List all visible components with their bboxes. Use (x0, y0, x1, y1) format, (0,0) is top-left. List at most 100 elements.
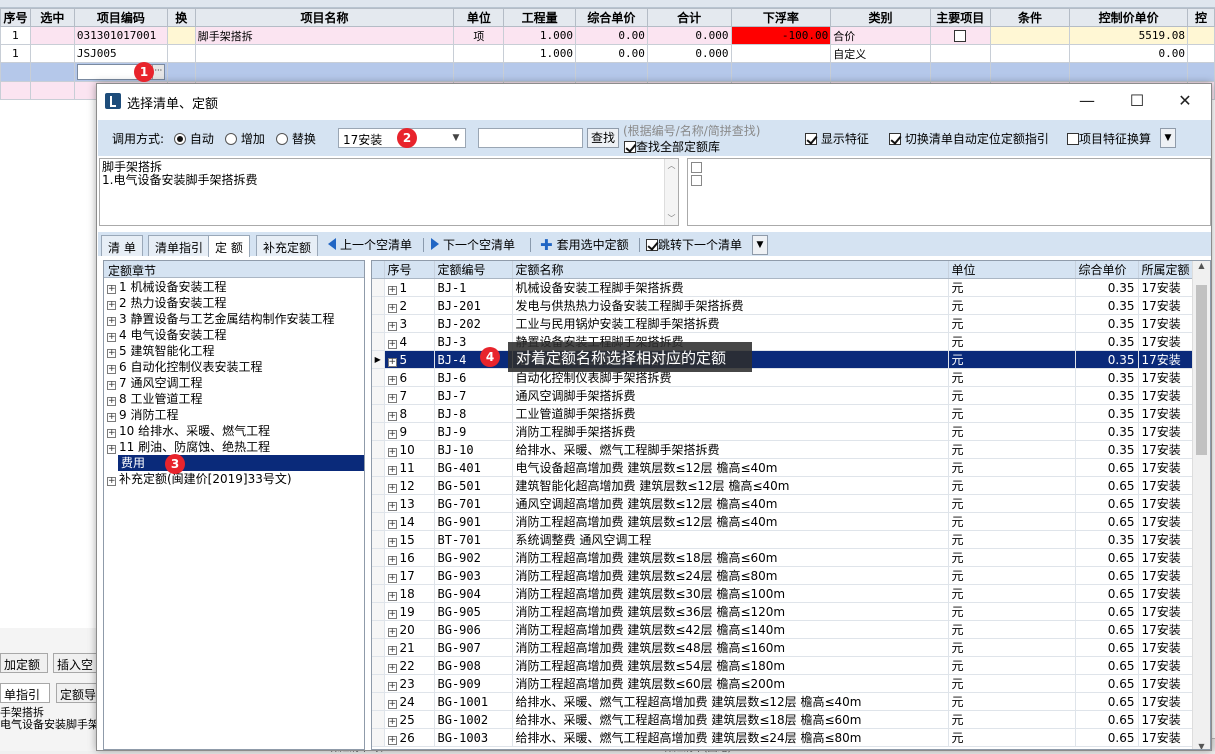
cell-code[interactable]: 031301017001 (73, 26, 168, 45)
cell-unit[interactable]: 元 (948, 710, 1076, 729)
prev-empty-button[interactable]: 上一个空清单 (328, 235, 412, 255)
quota-row[interactable]: +18 BG-904 消防工程超高增加费 建筑层数≤30层 檐高≤100m 元 0.65… (372, 584, 1195, 603)
scroll-down-icon[interactable]: ﹀ (665, 212, 678, 225)
expand-icon[interactable]: + (107, 429, 116, 438)
cell-main-item[interactable] (929, 44, 991, 63)
expand-icon[interactable]: + (387, 645, 397, 655)
cell-quota-lib[interactable]: 17安装 (1138, 494, 1195, 513)
cell-quota-lib[interactable]: 17安装 (1138, 674, 1195, 693)
col-header[interactable]: 控制价单价 (1069, 8, 1188, 27)
tree-node[interactable]: + 补充定额(闽建价[2019]33号文) (104, 471, 364, 487)
cell-quota-code[interactable]: BG-1003 (434, 728, 513, 747)
col-header[interactable]: 序号 (384, 261, 435, 279)
cell-quota-name[interactable]: 给排水、采暖、燃气工程脚手架搭拆费 (512, 440, 949, 459)
cell-quota-name[interactable]: 消防工程超高增加费 建筑层数≤12层 檐高≤40m (512, 512, 949, 531)
cell-unit-price[interactable]: 0.35 (1075, 278, 1139, 297)
quota-row[interactable]: +23 BG-909 消防工程超高增加费 建筑层数≤60层 檐高≤200m 元 0.65… (372, 674, 1195, 693)
cell-no[interactable]: +15 (384, 530, 435, 549)
expand-icon[interactable]: + (387, 609, 397, 619)
tree-node[interactable]: +11 刷油、防腐蚀、绝热工程 (104, 439, 364, 455)
expand-icon[interactable]: + (387, 375, 397, 385)
tree-node[interactable]: +10 给排水、采暖、燃气工程 (104, 423, 364, 439)
cell-unit[interactable]: 元 (948, 458, 1076, 477)
chevron-down-icon[interactable]: ▼ (752, 235, 768, 255)
quota-row[interactable]: +10 BJ-10 给排水、采暖、燃气工程脚手架搭拆费元 0.35 17安装 (372, 440, 1195, 459)
cell-quota-code[interactable]: BG-903 (434, 566, 513, 585)
cell-ctrl-price[interactable]: 5519.08 (1069, 26, 1188, 45)
cell-unit-price[interactable]: 0.65 (1075, 710, 1139, 729)
cell-no[interactable]: +25 (384, 710, 435, 729)
cell-select[interactable] (29, 26, 75, 45)
tree-node[interactable]: +3 静置设备与工艺金属结构制作安装工程 (104, 311, 364, 327)
cell-select[interactable] (29, 44, 75, 63)
cell-quota-code[interactable]: BJ-8 (434, 404, 513, 423)
col-header[interactable]: 定额编号 (434, 261, 513, 279)
cell-quota-code[interactable]: BJ-7 (434, 386, 513, 405)
cell-unit-price[interactable]: 0.65 (1075, 494, 1139, 513)
quota-row[interactable]: +24 BG-1001 给排水、采暖、燃气工程超高增加费 建筑层数≤12层 檐高≤4… (372, 692, 1195, 711)
tree-node[interactable]: +5 建筑智能化工程 (104, 343, 364, 359)
cell-quota-name[interactable]: 消防工程超高增加费 建筑层数≤36层 檐高≤120m (512, 602, 949, 621)
insert-empty-button[interactable]: 插入空 (53, 653, 98, 673)
show-feature-checkbox[interactable]: 显示特征 (805, 130, 869, 147)
cell-no[interactable]: +2 (384, 296, 435, 315)
cell-unit[interactable]: 元 (948, 728, 1076, 747)
cell-no[interactable]: +13 (384, 494, 435, 513)
cell-unit[interactable]: 元 (948, 314, 1076, 333)
quota-row[interactable]: +12 BG-501 建筑智能化超高增加费 建筑层数≤12层 檐高≤40m 元 0.65… (372, 476, 1195, 495)
cell-unit[interactable]: 元 (948, 494, 1076, 513)
cell-quota-lib[interactable]: 17安装 (1138, 278, 1195, 297)
col-header[interactable]: 所属定额 (1138, 261, 1195, 279)
cell-unit-price[interactable]: 0.35 (1075, 296, 1139, 315)
cell[interactable] (646, 62, 732, 82)
cell-quota-code[interactable]: BG-901 (434, 512, 513, 531)
expand-icon[interactable]: + (107, 349, 116, 358)
cell-no[interactable]: +17 (384, 566, 435, 585)
col-header[interactable]: 控 (1186, 8, 1215, 27)
quota-row[interactable]: +11 BG-401 电气设备超高增加费 建筑层数≤12层 檐高≤40m 元 0.65 1… (372, 458, 1195, 477)
col-header[interactable]: 选中 (29, 8, 75, 27)
cell-unit-price[interactable]: 0.35 (1075, 530, 1139, 549)
cell-quota-code[interactable]: BG-905 (434, 602, 513, 621)
cell-main-item[interactable] (929, 26, 991, 45)
quota-row[interactable]: +15 BT-701 系统调整费 通风空调工程元 0.35 17安装 (372, 530, 1195, 549)
cell-unit[interactable]: 元 (948, 332, 1076, 351)
col-header[interactable]: 合计 (646, 8, 732, 27)
cell-quota-lib[interactable]: 17安装 (1138, 332, 1195, 351)
cell-no[interactable]: +21 (384, 638, 435, 657)
cell-no[interactable]: +11 (384, 458, 435, 477)
cell-unit[interactable]: 元 (948, 548, 1076, 567)
expand-icon[interactable]: + (387, 285, 397, 295)
new-row[interactable]: ··· (0, 62, 1215, 82)
expand-icon[interactable]: + (387, 735, 397, 745)
cell-no[interactable]: +12 (384, 476, 435, 495)
col-header[interactable]: 综合单价 (575, 8, 648, 27)
cell-unit-price[interactable]: 0.35 (1075, 422, 1139, 441)
minimize-icon[interactable]: — (1065, 88, 1109, 114)
expand-icon[interactable]: + (387, 393, 397, 403)
cell-quota-code[interactable]: BJ-10 (434, 440, 513, 459)
quota-row[interactable]: +8 BJ-8 工业管道脚手架搭拆费元 0.35 17安装 (372, 404, 1195, 423)
cell-unit[interactable]: 元 (948, 566, 1076, 585)
radio-add[interactable]: 增加 (225, 130, 265, 147)
cell-total[interactable]: 0.000 (646, 44, 732, 63)
search-input[interactable] (478, 128, 583, 148)
cell-unit-price[interactable]: 0.35 (1075, 368, 1139, 387)
col-header[interactable]: 单位 (453, 8, 505, 27)
cell-quota-name[interactable]: 消防工程超高增加费 建筑层数≤42层 檐高≤140m (512, 620, 949, 639)
cell-unit-price[interactable]: 0.65 (1075, 674, 1139, 693)
quota-row[interactable]: +16 BG-902 消防工程超高增加费 建筑层数≤18层 檐高≤60m 元 0.65 1… (372, 548, 1195, 567)
cell-total[interactable]: 0.000 (646, 26, 732, 45)
expand-icon[interactable]: + (107, 333, 116, 342)
cell-quota-name[interactable]: 给排水、采暖、燃气工程超高增加费 建筑层数≤12层 檐高≤40m (512, 692, 949, 711)
cell-unit-price[interactable]: 0.65 (1075, 476, 1139, 495)
col-header[interactable]: 单位 (948, 261, 1076, 279)
cell-unit-price[interactable]: 0.35 (1075, 314, 1139, 333)
cell-no[interactable]: +5 (384, 350, 435, 369)
expand-icon[interactable]: + (387, 339, 397, 349)
cell-quota-name[interactable]: 电气设备超高增加费 建筑层数≤12层 檐高≤40m (512, 458, 949, 477)
cell-unit[interactable]: 元 (948, 278, 1076, 297)
cell-no[interactable]: +18 (384, 584, 435, 603)
cell[interactable] (830, 62, 931, 82)
cell-no[interactable]: 1 (0, 26, 31, 45)
